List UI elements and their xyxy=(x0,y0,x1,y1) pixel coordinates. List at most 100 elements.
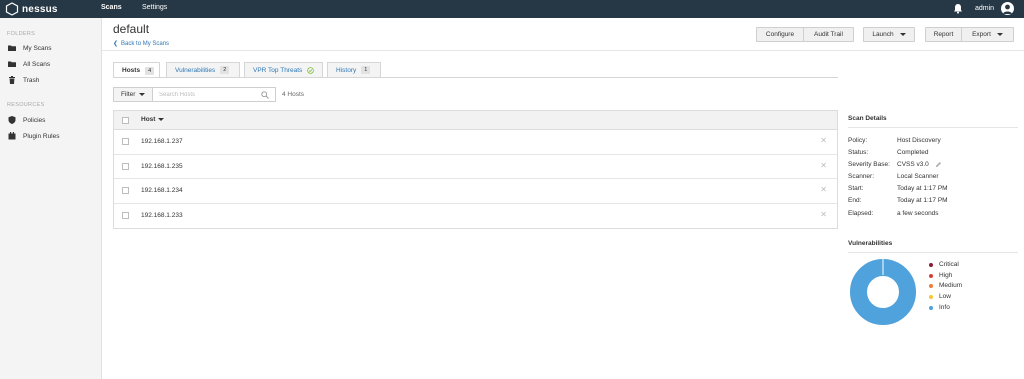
host-ip[interactable]: 192.168.1.234 xyxy=(141,187,183,194)
sidebar-item-policies[interactable]: Policies xyxy=(8,114,45,126)
top-navigation-bar: nessus Scans Settings admin xyxy=(0,0,1024,18)
sidebar: FOLDERS My Scans All Scans Trash RESOURC… xyxy=(0,18,102,379)
launch-button[interactable]: Launch xyxy=(863,27,915,42)
legend-label: Critical xyxy=(939,261,959,268)
delete-row-icon[interactable]: ✕ xyxy=(820,185,827,194)
report-button[interactable]: Report xyxy=(925,27,962,42)
legend-item-info: Info xyxy=(929,304,950,311)
user-avatar-icon[interactable] xyxy=(1001,2,1014,15)
row-checkbox[interactable] xyxy=(122,211,129,219)
host-ip[interactable]: 192.168.1.233 xyxy=(141,212,183,219)
column-header-label: Host xyxy=(141,116,156,123)
resources-heading: RESOURCES xyxy=(7,102,45,108)
delete-row-icon[interactable]: ✕ xyxy=(820,161,827,170)
count-badge: 4 xyxy=(145,66,155,75)
chevron-down-icon xyxy=(139,93,146,96)
host-ip[interactable]: 192.168.1.235 xyxy=(141,163,183,170)
sidebar-item-all-scans[interactable]: All Scans xyxy=(8,58,50,70)
nav-scans[interactable]: Scans xyxy=(101,4,122,11)
chevron-left-icon: ❮ xyxy=(113,41,119,47)
sort-caret-icon xyxy=(158,118,165,121)
detail-label-start: Start: xyxy=(848,185,864,192)
detail-label-status: Status: xyxy=(848,149,869,156)
row-checkbox[interactable] xyxy=(122,187,129,194)
sidebar-item-plugin-rules[interactable]: Plugin Rules xyxy=(8,130,60,142)
back-to-my-scans-link[interactable]: ❮ Back to My Scans xyxy=(113,40,170,48)
legend-dot-icon xyxy=(929,305,933,310)
count-badge: 2 xyxy=(220,66,230,74)
user-name[interactable]: admin xyxy=(975,5,994,12)
table-row[interactable]: 192.168.1.237 ✕ xyxy=(114,130,837,155)
select-all-checkbox[interactable] xyxy=(122,117,129,124)
export-button[interactable]: Export xyxy=(961,27,1014,42)
legend-dot-icon xyxy=(929,294,933,299)
legend-dot-icon xyxy=(929,283,933,288)
legend-dot-icon xyxy=(929,262,933,267)
count-badge: 1 xyxy=(361,66,371,74)
tab-history[interactable]: History 1 xyxy=(327,62,381,77)
sidebar-item-trash[interactable]: Trash xyxy=(8,74,39,86)
severity-base-value: CVSS v3.0 xyxy=(897,161,929,168)
vulnerabilities-title: Vulnerabilities xyxy=(848,240,893,247)
configure-button[interactable]: Configure xyxy=(756,27,804,42)
trash-icon xyxy=(9,76,15,84)
detail-label-severity-base: Severity Base: xyxy=(848,161,890,168)
sidebar-item-my-scans[interactable]: My Scans xyxy=(8,42,52,54)
detail-value-scanner: Local Scanner xyxy=(897,173,939,180)
chevron-down-icon xyxy=(899,33,906,36)
folders-heading: FOLDERS xyxy=(7,31,36,37)
nav-settings[interactable]: Settings xyxy=(142,4,167,11)
export-button-label: Export xyxy=(972,31,991,38)
shield-icon xyxy=(8,116,16,124)
search-hosts-input[interactable] xyxy=(159,88,259,101)
detail-value-start: Today at 1:17 PM xyxy=(897,185,948,192)
detail-value-severity-base: CVSS v3.0 xyxy=(897,161,942,168)
legend-item-medium: Medium xyxy=(929,282,962,289)
tab-vpr-top-threats[interactable]: VPR Top Threats xyxy=(244,62,323,77)
legend-dot-icon xyxy=(929,273,933,278)
delete-row-icon[interactable]: ✕ xyxy=(820,210,827,219)
tab-label: Hosts xyxy=(122,67,141,74)
plugin-icon xyxy=(8,132,16,140)
detail-label-policy: Policy: xyxy=(848,137,868,144)
launch-button-label: Launch xyxy=(872,31,894,38)
row-checkbox[interactable] xyxy=(122,162,129,170)
chevron-down-icon xyxy=(996,33,1003,36)
sidebar-item-label: Trash xyxy=(23,76,40,84)
column-header-host[interactable]: Host xyxy=(141,116,165,123)
table-row[interactable]: 192.168.1.233 ✕ xyxy=(114,204,837,229)
detail-label-scanner: Scanner: xyxy=(848,173,875,180)
legend-item-critical: Critical xyxy=(929,261,959,268)
filter-label: Filter xyxy=(121,91,136,98)
folder-icon xyxy=(8,45,16,51)
vulnerabilities-donut-chart[interactable] xyxy=(850,259,916,325)
tab-vulnerabilities[interactable]: Vulnerabilities 2 xyxy=(166,62,240,77)
tab-label: Vulnerabilities xyxy=(175,66,216,74)
scan-details-title: Scan Details xyxy=(848,115,887,122)
search-icon[interactable] xyxy=(261,91,269,99)
audit-trail-button[interactable]: Audit Trail xyxy=(803,27,854,42)
sidebar-item-label: My Scans xyxy=(23,44,52,52)
back-link-label: Back to My Scans xyxy=(121,40,170,47)
filter-dropdown-button[interactable]: Filter xyxy=(113,87,153,102)
pencil-icon[interactable] xyxy=(935,161,942,168)
table-row[interactable]: 192.168.1.234 ✕ xyxy=(114,179,837,204)
hosts-table: Host 192.168.1.237 ✕ 192.168.1.235 ✕ 192… xyxy=(113,110,838,229)
detail-value-policy: Host Discovery xyxy=(897,137,941,144)
scan-details-divider xyxy=(848,127,1018,128)
tab-hosts[interactable]: Hosts 4 xyxy=(113,62,160,78)
table-header: Host xyxy=(114,111,837,130)
host-ip[interactable]: 192.168.1.237 xyxy=(141,138,183,145)
table-row[interactable]: 192.168.1.235 ✕ xyxy=(114,155,837,179)
legend-label: High xyxy=(939,272,953,279)
notifications-bell-icon[interactable] xyxy=(953,3,963,14)
vulnerabilities-divider xyxy=(848,252,1018,253)
search-hosts-box xyxy=(153,87,276,102)
row-checkbox[interactable] xyxy=(122,138,129,145)
detail-value-elapsed: a few seconds xyxy=(897,210,939,217)
delete-row-icon[interactable]: ✕ xyxy=(820,136,827,145)
tab-label: History xyxy=(336,66,357,74)
sidebar-item-label: Policies xyxy=(23,116,46,124)
nessus-logo[interactable]: nessus xyxy=(5,2,58,16)
legend-item-low: Low xyxy=(929,293,951,300)
